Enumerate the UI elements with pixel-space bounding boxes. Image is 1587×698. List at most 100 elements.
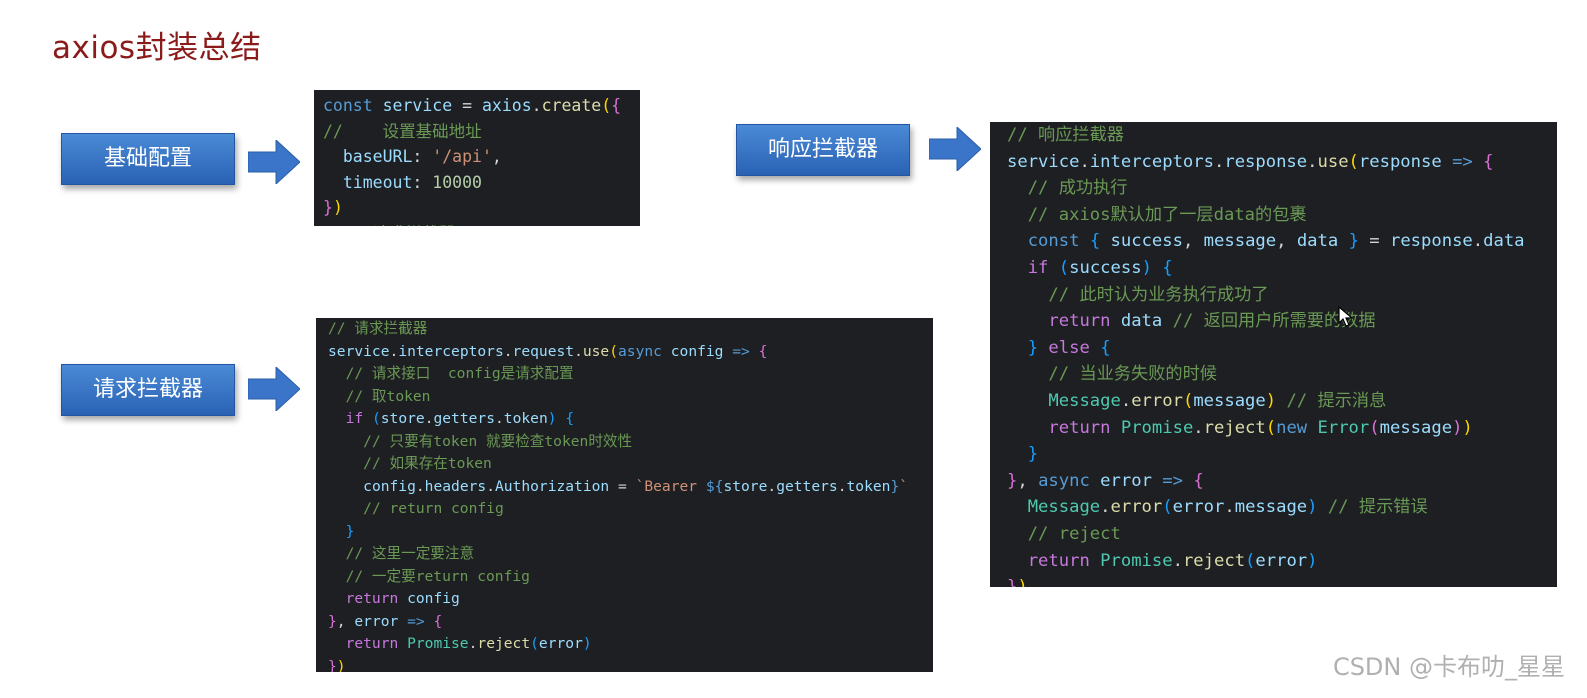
code-token: return <box>1048 311 1111 332</box>
code-line: } else { <box>1007 335 1557 362</box>
code-token: else <box>1048 337 1090 358</box>
code-token: . <box>531 96 542 115</box>
code-token: response <box>1224 151 1308 172</box>
code-token: . <box>1307 151 1318 172</box>
code-token: } <box>890 477 900 495</box>
code-token: Authorization <box>494 477 610 495</box>
code-token: ${ <box>705 477 724 495</box>
code-token: , <box>1182 231 1204 252</box>
code-token: . <box>1172 550 1183 571</box>
code-token: token <box>846 477 891 495</box>
code-token: 10000 <box>432 172 482 192</box>
code-token: { <box>1483 151 1494 172</box>
code-token: getters <box>433 410 495 427</box>
code-token: data <box>1120 311 1163 332</box>
code-token: config <box>407 590 460 607</box>
code-token: ) <box>1017 577 1027 587</box>
code-line: // 请求接口 config是请求配置 <box>328 363 933 386</box>
code-token: create <box>541 96 602 115</box>
code-token: reject <box>477 635 531 652</box>
code-line: // reject <box>1007 521 1557 548</box>
code-line: return Promise.reject(error) <box>328 633 933 656</box>
code-line: baseURL: '/api', <box>323 144 640 170</box>
code-token: { <box>1089 231 1101 252</box>
code-token: interceptors <box>398 342 504 360</box>
code-token: error <box>1172 497 1225 518</box>
code-token: = <box>609 477 636 495</box>
code-token: // 设置基础地址 <box>323 121 482 141</box>
code-token: ) <box>336 657 346 673</box>
code-token: } <box>328 657 337 673</box>
mouse-cursor-icon <box>1338 306 1354 327</box>
arrow-right-icon <box>929 127 981 171</box>
code-token: . <box>1193 417 1204 438</box>
code-token: if <box>345 410 364 427</box>
code-token: { <box>1100 337 1111 358</box>
code-token: config <box>363 477 416 495</box>
code-token: message <box>1193 390 1266 411</box>
code-line: }, error => { <box>328 611 933 634</box>
code-token: store <box>380 410 425 427</box>
code-token: Message <box>1027 497 1101 518</box>
code-token: ) <box>1452 417 1463 438</box>
code-token: service <box>382 96 453 115</box>
code-line: if (store.getters.token) { <box>328 408 933 431</box>
code-token: async <box>618 342 662 360</box>
code-token: error <box>354 612 399 630</box>
code-token: // 响应拦截器 <box>1007 125 1124 145</box>
code-token: ( <box>1058 257 1070 278</box>
code-line: return data // 返回用户所需要的数据 <box>1007 308 1557 335</box>
code-token: // 取token <box>345 387 431 405</box>
code-line: return Promise.reject(error) <box>1007 548 1557 575</box>
code-token: . <box>486 477 495 495</box>
code-panel-response-interceptor: // 响应拦截器 service.interceptors.response.us… <box>990 122 1557 587</box>
code-token: ` <box>899 477 909 495</box>
code-token: { <box>433 612 443 630</box>
code-token: // 一定要return config <box>345 567 530 585</box>
code-token: Promise <box>1100 550 1173 571</box>
code-token: , <box>1276 231 1297 252</box>
code-token: = <box>1358 231 1390 252</box>
code-token: response <box>1389 231 1473 252</box>
code-token: interceptors <box>1089 151 1214 172</box>
code-token: request <box>512 342 575 360</box>
code-line: service.interceptors.response.use(respon… <box>1007 149 1557 176</box>
code-token: message <box>1234 497 1308 518</box>
code-token: // 提示错误 <box>1327 497 1428 518</box>
code-token: = <box>452 96 482 115</box>
code-token: // reject <box>1027 523 1121 544</box>
code-token: ( <box>1182 390 1194 411</box>
code-token: // 当业务失败的时候 <box>1048 364 1217 385</box>
code-token: => <box>1162 470 1183 491</box>
code-token: // 成功执行 <box>1027 178 1128 199</box>
code-token: success <box>1069 257 1142 278</box>
code-line: }, async error => { <box>1007 468 1557 495</box>
code-token: ( <box>1245 550 1256 571</box>
code-token: . <box>389 342 399 360</box>
code-token: { <box>1162 257 1173 278</box>
code-line: // 只要有token 就要检查token时效性 <box>328 431 933 454</box>
code-token: store <box>723 477 768 495</box>
code-token: service <box>1007 151 1080 172</box>
code-token: `Bearer <box>635 477 706 495</box>
code-token: // 提示消息 <box>1286 390 1387 411</box>
code-token: . <box>1100 497 1111 518</box>
code-token: ) <box>1141 257 1152 278</box>
code-token: '/api' <box>432 147 492 166</box>
code-token: success <box>1110 231 1183 252</box>
code-token: axios <box>481 96 532 115</box>
